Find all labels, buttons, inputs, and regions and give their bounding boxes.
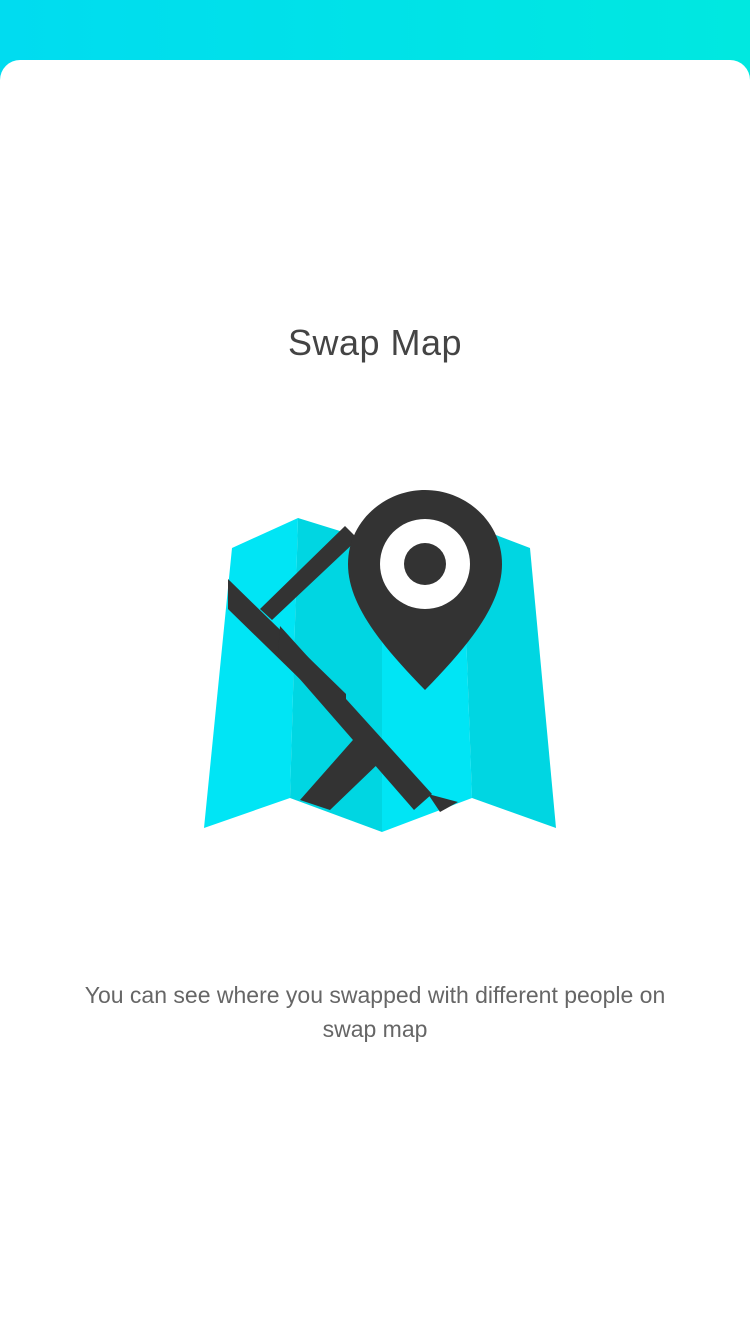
map-location-icon — [204, 490, 556, 832]
map-panel-1 — [204, 518, 298, 828]
page-title: Swap Map — [287, 322, 463, 363]
onboarding-description: You can see where you swapped with diffe… — [84, 982, 666, 1042]
